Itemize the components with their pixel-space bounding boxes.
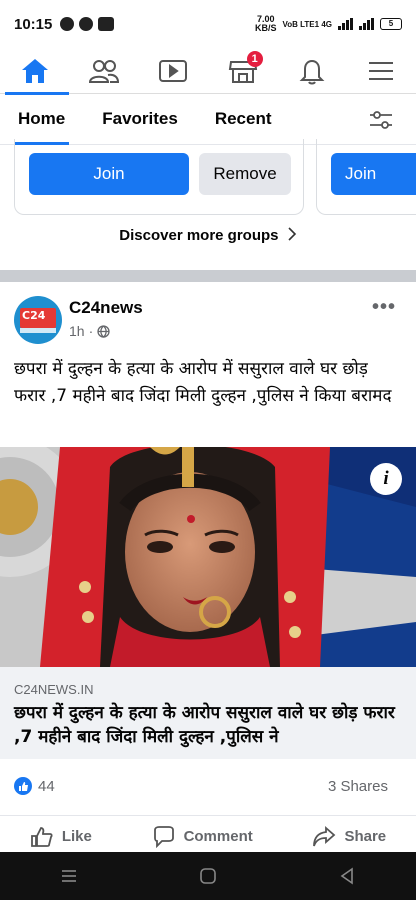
reactions-bar: 44 3 Shares [0, 766, 416, 806]
watch-icon [159, 59, 188, 82]
group-card: Join Remove [14, 139, 304, 215]
globe-icon [97, 324, 110, 338]
home-button-icon[interactable] [199, 867, 217, 885]
net-speed: 7.00 KB/S [254, 14, 277, 33]
filter-icon[interactable] [368, 110, 394, 130]
likes-count[interactable]: 44 [38, 778, 55, 795]
post-text: छपरा में दुल्हन के हत्या के आरोप में ससु… [14, 359, 392, 406]
nav-menu[interactable] [351, 49, 411, 93]
friends-icon [88, 59, 119, 83]
remove-button[interactable]: Remove [199, 153, 291, 195]
telegram-icon [60, 17, 75, 31]
post-actions: Like Comment Share [0, 815, 416, 857]
recent-apps-icon[interactable] [60, 868, 78, 884]
feed-tabs: Home Favorites Recent [0, 95, 416, 145]
link-preview[interactable]: C24NEWS.IN छपरा में दुल्हन के हत्या के आ… [0, 667, 416, 759]
join-button[interactable]: Join [29, 153, 189, 195]
comment-icon [153, 825, 174, 848]
tab-recent[interactable]: Recent [215, 95, 272, 145]
group-suggestions: Join Remove Join Discover more groups [0, 139, 416, 270]
battery-icon: 5 [380, 18, 402, 30]
app-notification-icon [79, 17, 94, 31]
signal-icon [338, 18, 353, 30]
c24-logo: C24 [22, 309, 46, 322]
marketplace-badge: 1 [246, 50, 263, 67]
like-reaction-icon [14, 777, 32, 795]
bell-icon [299, 59, 325, 84]
post-photo[interactable]: i [0, 447, 416, 667]
chevron-right-icon [288, 227, 296, 241]
system-nav-bar [0, 852, 416, 900]
share-icon [313, 825, 336, 846]
notification-icons [60, 17, 115, 31]
page-name[interactable]: C24news [69, 298, 143, 318]
feed-separator [0, 270, 416, 282]
nav-watch[interactable] [143, 49, 203, 93]
group-card-2: Join [316, 139, 416, 215]
status-right: 7.00 KB/S VoB LTE1 4G 5 [255, 15, 402, 33]
tab-home[interactable]: Home [13, 95, 70, 145]
comment-button[interactable]: Comment [152, 825, 253, 848]
home-icon [21, 58, 48, 83]
link-domain: C24NEWS.IN [14, 682, 94, 697]
nav-notifications[interactable] [282, 49, 342, 93]
avatar[interactable]: C24 [14, 296, 62, 344]
shares-count[interactable]: 3 Shares [328, 778, 388, 795]
link-title: छपरा में दुल्हन के हत्या के आरोप ससुराल … [14, 703, 395, 747]
paytm-icon [98, 17, 115, 31]
share-button[interactable]: Share [312, 825, 386, 848]
nav-marketplace[interactable]: 1 [213, 49, 273, 93]
status-bar: 10:15 7.00 KB/S VoB LTE1 4G 5 [0, 0, 416, 48]
like-icon [30, 826, 53, 847]
menu-icon [369, 61, 394, 80]
post-time[interactable]: 1h [69, 323, 85, 339]
like-button[interactable]: Like [30, 826, 92, 848]
nav-friends[interactable] [74, 49, 134, 93]
post-meta: 1h · [69, 323, 110, 339]
info-icon[interactable]: i [370, 463, 402, 495]
signal-icon-2 [359, 18, 374, 30]
status-time: 10:15 [14, 15, 53, 33]
discover-more-groups[interactable]: Discover more groups [0, 227, 416, 244]
network-label: VoB LTE1 4G [282, 19, 333, 29]
post-header: C24 C24news 1h · ••• [0, 282, 416, 348]
more-options-icon[interactable]: ••• [372, 296, 396, 319]
top-nav: 1 [0, 48, 416, 95]
nav-home[interactable] [4, 49, 69, 95]
post-photo-image [0, 447, 416, 667]
back-icon[interactable] [338, 867, 356, 885]
join-button-2[interactable]: Join [331, 153, 416, 195]
tab-favorites[interactable]: Favorites [102, 95, 178, 145]
